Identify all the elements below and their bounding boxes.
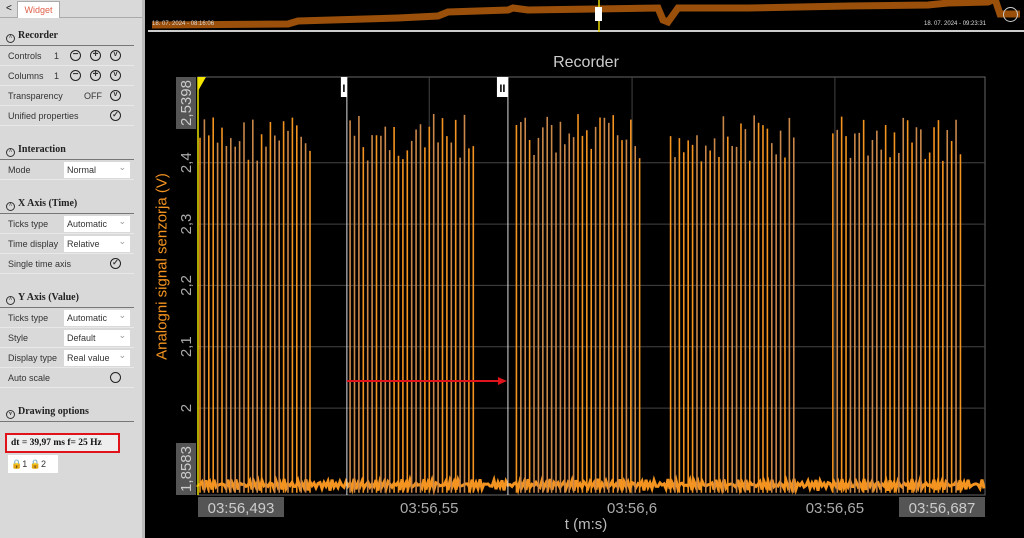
controls-label: Controls	[8, 51, 42, 61]
style-select[interactable]: Default	[64, 327, 130, 346]
section-interaction[interactable]: ^ Interaction	[0, 140, 134, 160]
measurement-readout: dt = 39,97 ms f= 25 Hz	[5, 433, 120, 453]
section-title: Recorder	[18, 30, 58, 41]
single-time-row: Single time axis ✓	[0, 254, 134, 274]
plus-icon[interactable]: +	[90, 50, 101, 61]
x-tick-label: 03:56,55	[400, 500, 458, 517]
single-time-label: Single time axis	[8, 259, 72, 269]
section-title: Y Axis (Value)	[18, 292, 79, 303]
auto-scale-label: Auto scale	[8, 373, 51, 383]
style-label: Style	[8, 333, 29, 343]
clock-icon[interactable]	[1003, 7, 1018, 22]
controls-row: Controls 1 − + v	[0, 46, 134, 66]
section-drawing-options[interactable]: v Drawing options	[0, 402, 134, 422]
columns-value: 1	[54, 71, 60, 81]
y-ticks-row: Ticks type Automatic	[0, 307, 134, 328]
lock-icon[interactable]: 🔒	[11, 459, 22, 469]
chevron-down-icon[interactable]: v	[110, 50, 121, 61]
collapse-icon: ^	[6, 202, 15, 211]
overview-end-time: 18. 07. 2024 - 09:23:31	[924, 21, 987, 27]
tab-widget[interactable]: Widget	[17, 1, 60, 18]
unified-row: Unified properties ✓	[0, 106, 134, 126]
lock-2-label: 2	[40, 459, 46, 469]
cursor-label: I	[342, 83, 345, 95]
collapse-icon: ^	[6, 148, 15, 157]
start-marker	[198, 77, 206, 91]
minus-icon[interactable]: −	[70, 50, 81, 61]
time-display-select[interactable]: Relative	[64, 233, 130, 252]
plot-svg[interactable]: 2 2,1 2,2 2,3 2,4 03:56,55 03:56,6 03:56,65 1,85…	[148, 34, 1024, 538]
lock-icon[interactable]: 🔒	[30, 459, 41, 469]
overview-timeline[interactable]: 18. 07. 2024 - 08:16:06 18. 07. 2024 - 0…	[148, 0, 1024, 32]
section-title: X Axis (Time)	[18, 198, 78, 209]
unified-label: Unified properties	[8, 111, 79, 121]
y-tick-label: 2,2	[178, 275, 195, 296]
columns-label: Columns	[8, 71, 44, 81]
chevron-down-icon[interactable]: v	[110, 90, 121, 101]
tab-bar: < Widget	[0, 0, 142, 18]
ticks-type-label: Ticks type	[8, 219, 49, 229]
transparency-row: Transparency OFF v	[0, 86, 134, 106]
y-tick-label: 2,1	[178, 336, 195, 357]
section-recorder[interactable]: ^ Recorder	[0, 26, 134, 46]
recorder-chart[interactable]: Recorder Analogni signal senzorja (V) t …	[148, 34, 1024, 538]
x-max-label: 03:56,687	[909, 500, 976, 517]
overview-handle	[595, 7, 602, 21]
transparency-value: OFF	[84, 91, 102, 101]
plus-icon[interactable]: +	[90, 70, 101, 81]
x-tick-label: 03:56,65	[806, 500, 864, 517]
back-button[interactable]: <	[6, 3, 12, 14]
expand-icon: v	[6, 410, 15, 419]
checkbox-checked-icon[interactable]: ✓	[110, 258, 121, 269]
chevron-down-icon[interactable]: v	[110, 70, 121, 81]
time-display-label: Time display	[8, 239, 59, 249]
display-type-select[interactable]: Real value	[64, 347, 130, 366]
y-tick-label: 2,4	[178, 152, 195, 173]
x-ticks-row: Ticks type Automatic	[0, 213, 134, 234]
cursor-label: II	[499, 83, 505, 95]
overview-trace	[151, 0, 1020, 32]
y-tick-label: 2,3	[178, 214, 195, 235]
properties-panel: < Widget ^ Recorder Controls 1 − + v Columns…	[0, 0, 145, 538]
mode-select[interactable]: Normal	[64, 159, 130, 178]
section-y-axis[interactable]: ^ Y Axis (Value)	[0, 288, 134, 308]
checkbox-checked-icon[interactable]: ✓	[110, 110, 121, 121]
columns-row: Columns 1 − + v	[0, 66, 134, 86]
x-min-label: 03:56,493	[208, 500, 275, 517]
display-type-row: Display type Real value	[0, 347, 134, 368]
lock-1-label: 1	[22, 459, 28, 469]
y-tick-label: 2	[178, 404, 195, 412]
auto-scale-row: Auto scale	[0, 368, 134, 388]
controls-value: 1	[54, 51, 60, 61]
overview-start-time: 18. 07. 2024 - 08:16:06	[152, 21, 215, 27]
minus-icon[interactable]: −	[70, 70, 81, 81]
y-max-label: 2,5398	[178, 80, 195, 126]
y-min-label: 1,8583	[178, 446, 195, 492]
display-type-label: Display type	[8, 353, 58, 363]
delta-arrow-head	[497, 377, 507, 385]
section-x-axis[interactable]: ^ X Axis (Time)	[0, 194, 134, 214]
radio-unchecked-icon[interactable]	[110, 372, 121, 383]
cursor-locks: 🔒1 🔒2	[8, 455, 58, 473]
collapse-icon: ^	[6, 296, 15, 305]
ticks-type-label: Ticks type	[8, 313, 49, 323]
x-tick-label: 03:56,6	[607, 500, 657, 517]
section-title: Drawing options	[18, 406, 89, 417]
y-ticks-select[interactable]: Automatic	[64, 307, 130, 326]
x-ticks-select[interactable]: Automatic	[64, 213, 130, 232]
style-row: Style Default	[0, 327, 134, 348]
mode-label: Mode	[8, 165, 31, 175]
time-display-row: Time display Relative	[0, 233, 134, 254]
collapse-icon: ^	[6, 34, 15, 43]
transparency-label: Transparency	[8, 91, 63, 101]
section-title: Interaction	[18, 144, 66, 155]
mode-row: Mode Normal	[0, 159, 134, 180]
